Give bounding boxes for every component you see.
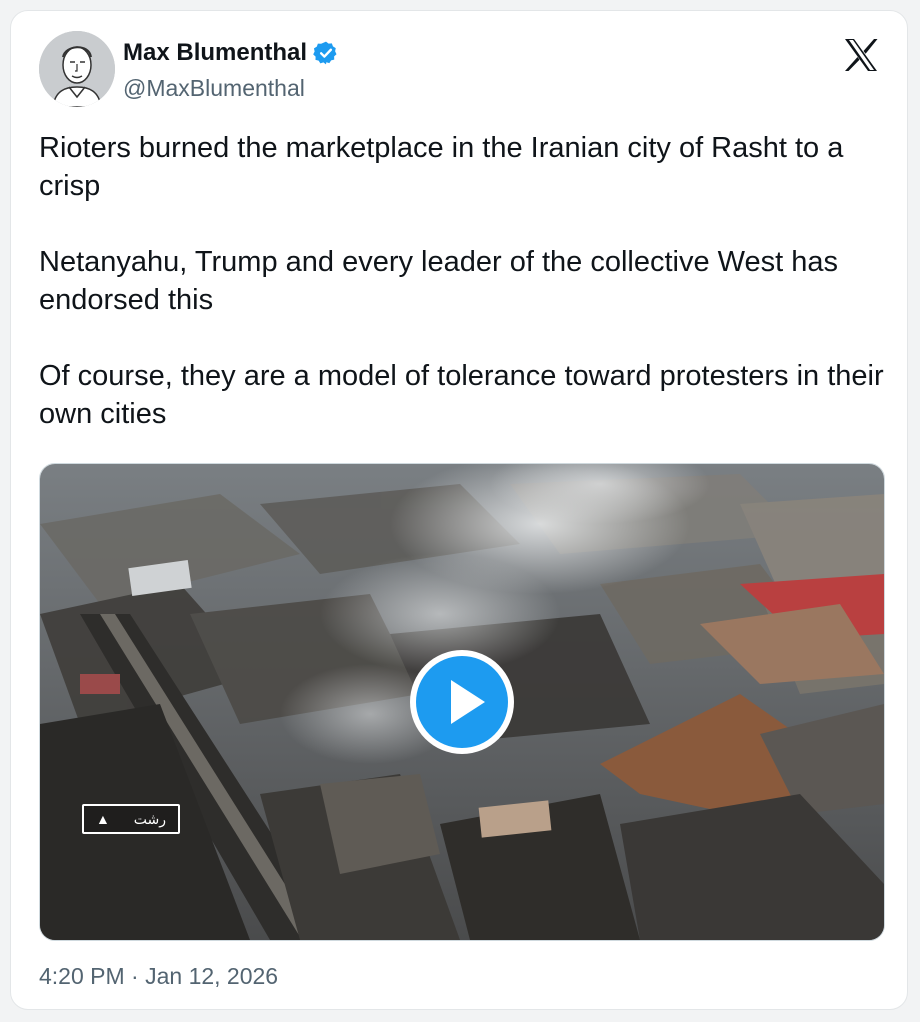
author-handle[interactable]: @MaxBlumenthal [123,75,305,102]
avatar[interactable] [39,31,115,107]
x-logo-icon[interactable] [841,35,881,75]
tweet-text: Rioters burned the marketplace in the Ir… [39,132,884,430]
play-icon[interactable] [407,647,517,757]
sketch-portrait-avatar-icon [39,31,115,107]
video-overlay-caption: ▲ رشت [82,804,180,834]
tweet-card: Max Blumenthal @MaxBlumenthal Rioters bu… [10,10,908,1010]
author-name[interactable]: Max Blumenthal [123,39,307,67]
tweet-timestamp[interactable]: 4:20 PM · Jan 12, 2026 [39,963,278,990]
verified-badge-icon [313,41,337,65]
video-thumbnail[interactable]: ▲ رشت [39,463,885,941]
author-name-row: Max Blumenthal [123,39,339,67]
caption-mark-icon: ▲ [95,811,110,827]
caption-text: رشت [133,810,167,827]
